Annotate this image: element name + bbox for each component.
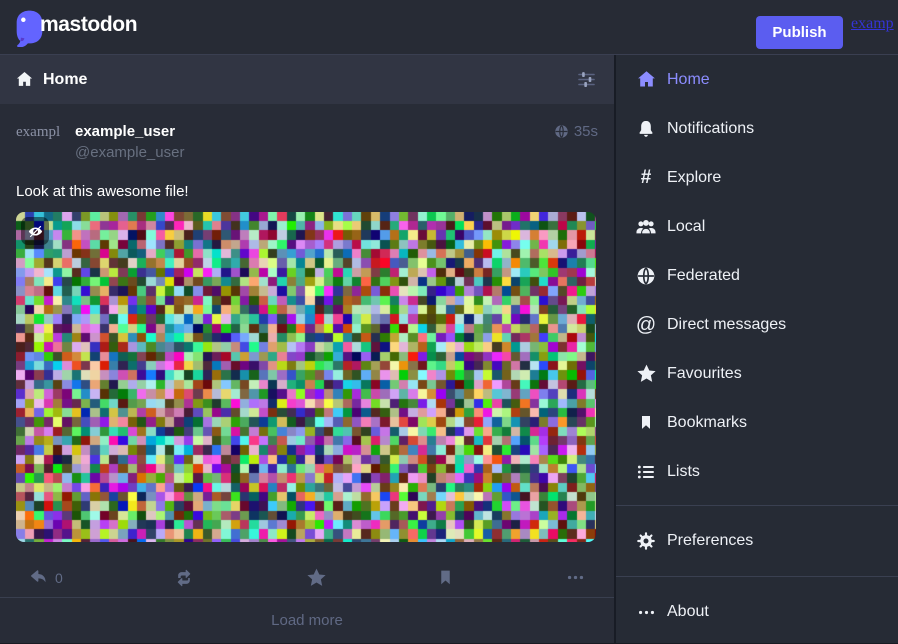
favourite-button[interactable] (306, 567, 327, 588)
sidebar-item-label: About (667, 603, 709, 621)
bookmark-button[interactable] (437, 568, 454, 587)
sidebar-item-label: Explore (667, 169, 721, 187)
top-bar: mastodon Publish examp (0, 0, 898, 55)
at-icon: @ (635, 315, 657, 335)
sidebar-item-direct-messages[interactable]: @ Direct messages (616, 300, 898, 349)
author-name-block[interactable]: example_user @example_user (75, 119, 184, 167)
mastodon-logo-link[interactable]: mastodon (12, 8, 137, 47)
bookmark-icon (635, 413, 657, 432)
display-name: example_user (75, 119, 184, 142)
users-icon (635, 216, 657, 238)
sidebar-item-notifications[interactable]: Notifications (616, 104, 898, 153)
timestamp: 35s (574, 123, 598, 140)
sidebar-item-local[interactable]: Local (616, 202, 898, 251)
load-more-button[interactable]: Load more (0, 598, 614, 643)
account-link[interactable]: examp (851, 15, 898, 49)
reply-button[interactable]: 0 (28, 568, 63, 587)
navigation-panel: Home Notifications # Explore L (614, 55, 898, 643)
sidebar-item-favourites[interactable]: Favourites (616, 349, 898, 398)
hashtag-icon: # (635, 168, 657, 188)
more-options-button[interactable] (565, 568, 586, 587)
sidebar-item-label: Favourites (667, 365, 742, 383)
column-header-home[interactable]: Home (0, 55, 614, 104)
public-globe-icon (554, 124, 569, 139)
sidebar-item-bookmarks[interactable]: Bookmarks (616, 398, 898, 447)
sidebar-item-label: Notifications (667, 120, 754, 138)
sidebar-item-label: Bookmarks (667, 414, 747, 432)
mastodon-wordmark: mastodon (40, 13, 137, 37)
home-timeline-column: Home exampl (0, 55, 614, 643)
sidebar-item-label: Local (667, 218, 705, 236)
star-icon (306, 567, 327, 588)
eye-slash-icon (27, 223, 44, 240)
bookmark-icon (437, 568, 454, 587)
list-icon (635, 462, 657, 482)
home-icon (635, 69, 657, 90)
status-text: Look at this awesome file! (16, 181, 598, 202)
account-handle: @example_user (75, 142, 184, 163)
status-post[interactable]: exampl example_user @example_user (0, 104, 614, 597)
status-timestamp-link[interactable]: 35s (554, 119, 598, 140)
sidebar-item-federated[interactable]: Federated (616, 251, 898, 300)
boost-icon (173, 568, 195, 588)
home-icon (15, 70, 34, 89)
column-title: Home (43, 71, 87, 89)
status-action-bar: 0 (16, 542, 598, 597)
gear-icon (635, 531, 657, 551)
column-settings-button[interactable] (574, 67, 599, 92)
attachment-image[interactable] (16, 212, 596, 542)
bell-icon (635, 119, 657, 139)
publish-button[interactable]: Publish (756, 16, 843, 49)
sidebar-item-label: Federated (667, 267, 740, 285)
reply-icon (28, 568, 49, 587)
sidebar-item-preferences[interactable]: Preferences (616, 506, 898, 576)
sidebar-item-home[interactable]: Home (616, 55, 898, 104)
reply-count: 0 (55, 570, 63, 586)
sidebar-item-label: Home (667, 71, 710, 89)
sidebar-item-label: Preferences (667, 532, 753, 550)
sidebar-item-about[interactable]: About (616, 577, 898, 644)
globe-icon (635, 266, 657, 286)
avatar[interactable]: exampl (16, 119, 64, 167)
sidebar-item-explore[interactable]: # Explore (616, 153, 898, 202)
sidebar-item-lists[interactable]: Lists (616, 447, 898, 496)
sidebar-item-label: Lists (667, 463, 700, 481)
hide-media-button[interactable] (21, 217, 49, 245)
ellipsis-icon (635, 603, 657, 622)
sidebar-item-label: Direct messages (667, 316, 786, 334)
star-icon (635, 363, 657, 384)
boost-button[interactable] (173, 568, 195, 588)
ellipsis-icon (565, 568, 586, 587)
